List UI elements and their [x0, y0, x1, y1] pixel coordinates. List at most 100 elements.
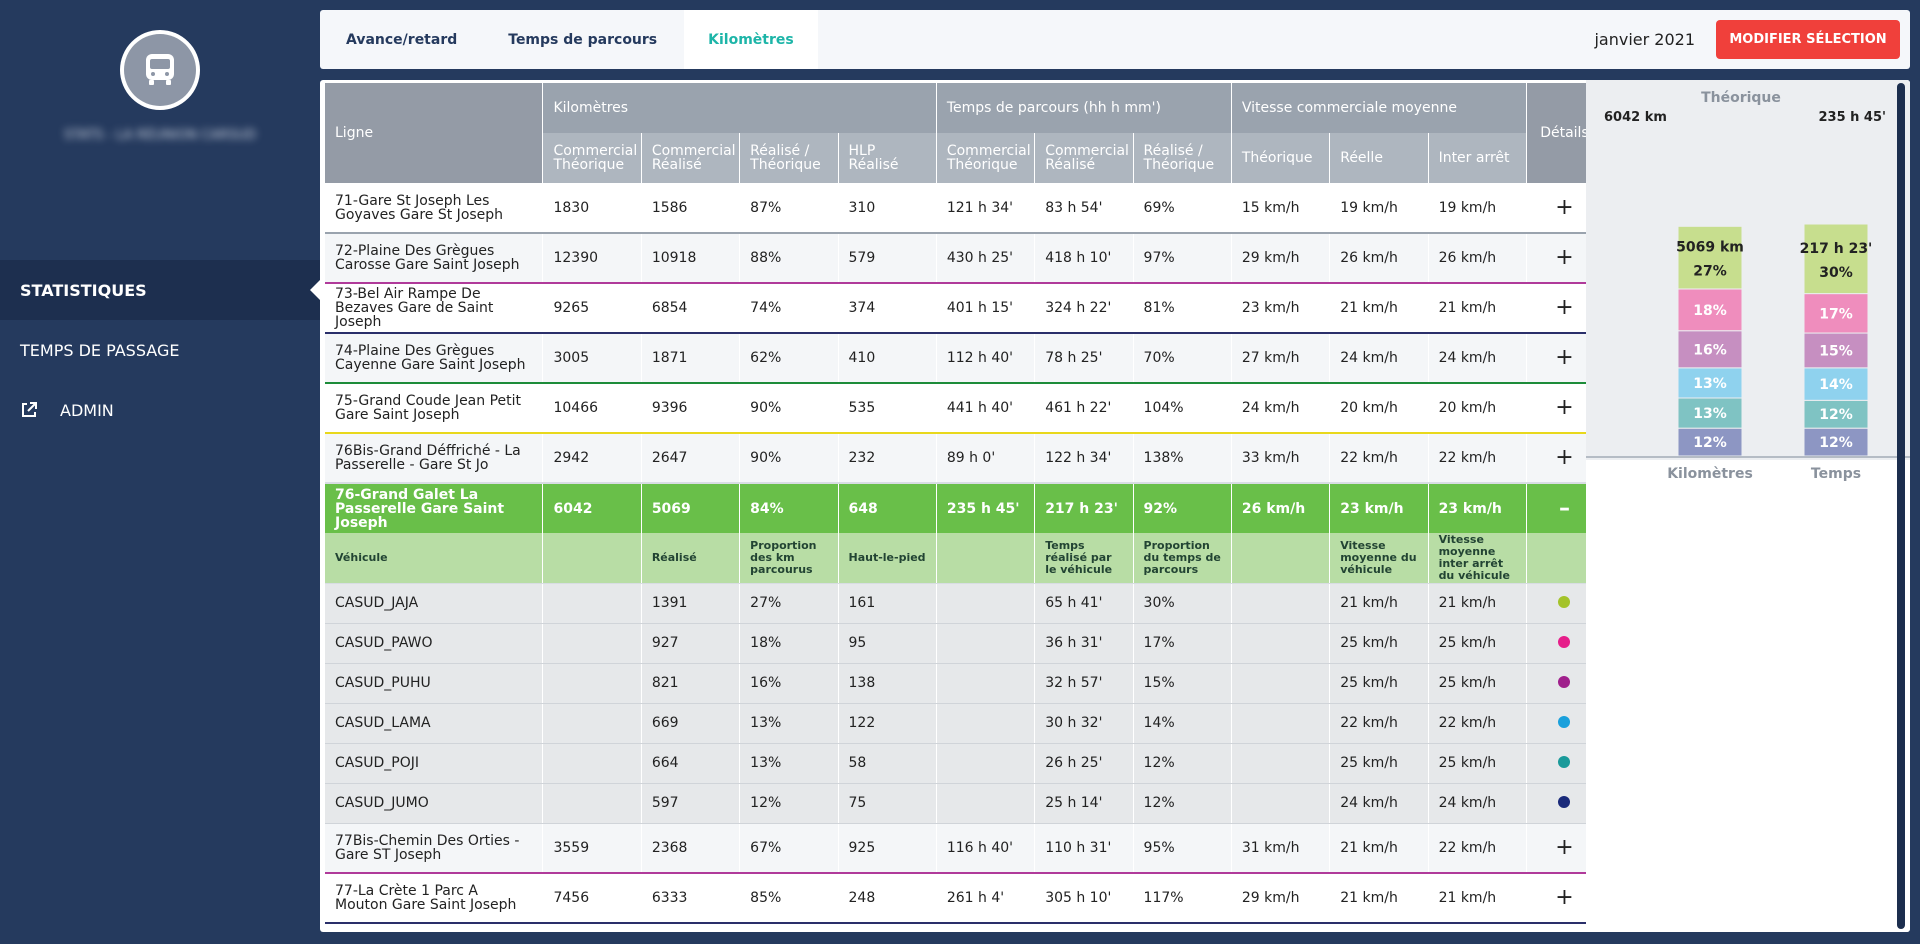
cell: 17%: [1133, 623, 1232, 664]
bar-total-label: 5069 km: [1676, 240, 1744, 256]
cell: 62%: [739, 333, 839, 384]
nav-admin[interactable]: ADMIN: [0, 380, 320, 440]
line-name: 77-La Crète 1 Parc A Mouton Gare Saint J…: [325, 873, 544, 924]
cell: 87%: [739, 183, 839, 234]
modify-selection-button[interactable]: MODIFIER SÉLECTION: [1716, 20, 1900, 59]
stats-table-container[interactable]: Ligne Kilomètres Temps de parcours (hh h…: [325, 83, 1603, 929]
vehicle-subheader-row: Véhicule Réalisé Proportion des km parcour…: [325, 533, 1603, 584]
cell: 110 h 31': [1034, 823, 1134, 874]
line-name: 71-Gare St Joseph Les Goyaves Gare St Jo…: [325, 183, 544, 234]
cell: 85%: [739, 873, 839, 924]
line-row[interactable]: 75-Grand Coude Jean Petit Gare Saint Jos…: [325, 383, 1603, 434]
cell: [936, 623, 1036, 664]
cell: 2368: [641, 823, 741, 874]
cell: [542, 743, 642, 784]
bar-segment-label: 13%: [1693, 406, 1727, 422]
line-name: 72-Plaine Des Grègues Carosse Gare Saint…: [325, 233, 544, 284]
nav-statistiques[interactable]: STATISTIQUES: [0, 260, 320, 320]
subheader: Théorique: [1231, 133, 1331, 183]
bar-segment-label: 12%: [1693, 435, 1727, 451]
cell: 30 h 32': [1034, 703, 1134, 744]
vehicle-color-dot: [1558, 635, 1571, 648]
nav-temps-de-passage[interactable]: TEMPS DE PASSAGE: [0, 320, 320, 380]
line-row[interactable]: 72-Plaine Des Grègues Carosse Gare Saint…: [325, 233, 1603, 284]
vehicle-subheader: [1231, 533, 1331, 584]
cell: 15%: [1133, 663, 1232, 704]
vehicle-name: CASUD_JUMO: [325, 783, 544, 824]
tab-kilometres-label: Kilomètres: [708, 31, 794, 48]
stacked-bar-chart: Théorique 6042 km 235 h 45' 12% 13% 13% 16% 18%…: [1586, 80, 1910, 482]
cell: 217 h 23': [1034, 483, 1134, 533]
tab-avance-retard[interactable]: Avance/retard: [322, 10, 481, 69]
cell: 122: [838, 703, 937, 744]
subheader: Réelle: [1329, 133, 1429, 183]
cell: 33 km/h: [1231, 433, 1331, 484]
tab-temps-de-parcours-label: Temps de parcours: [508, 31, 658, 48]
cell: 1871: [641, 333, 741, 384]
cell: 441 h 40': [936, 383, 1036, 434]
cell: 1830: [542, 183, 642, 234]
x-tick-label: Temps: [1811, 466, 1861, 482]
cell: 10918: [641, 233, 741, 284]
scrollbar[interactable]: [1897, 83, 1905, 929]
cell: 535: [838, 383, 937, 434]
cell: 25 km/h: [1329, 743, 1429, 784]
external-link-icon: [20, 401, 40, 419]
cell: 664: [641, 743, 741, 784]
theoretical-time-label: 235 h 45': [1818, 110, 1886, 125]
subheader: Commercial Réalisé: [641, 133, 741, 183]
bar-segment-label: 15%: [1819, 343, 1853, 359]
vehicle-row: CASUD_JAJA 1391 27% 161 65 h 41' 30% 21 km/h 21…: [325, 583, 1603, 624]
subheader: Commercial Réalisé: [1034, 133, 1134, 183]
vehicle-color-dot: [1558, 675, 1571, 688]
bar-segment-label: 12%: [1819, 435, 1853, 451]
line-row[interactable]: 77-La Crète 1 Parc A Mouton Gare Saint J…: [325, 873, 1603, 924]
tab-kilometres[interactable]: Kilomètres: [684, 10, 818, 69]
vehicle-subheader: Véhicule: [325, 533, 544, 584]
user-avatar[interactable]: [120, 30, 200, 110]
cell: 95: [838, 623, 937, 664]
vehicle-subheader: [936, 533, 1036, 584]
vehicle-name: CASUD_LAMA: [325, 703, 544, 744]
cell: 20 km/h: [1428, 383, 1527, 434]
cell: 122 h 34': [1034, 433, 1134, 484]
cell: 27%: [739, 583, 839, 624]
cell: 2647: [641, 433, 741, 484]
cell: 97%: [1133, 233, 1232, 284]
tab-temps-de-parcours[interactable]: Temps de parcours: [484, 10, 681, 69]
cell: [936, 583, 1036, 624]
line-row[interactable]: 76Bis-Grand Déffriché - La Passerelle - …: [325, 433, 1603, 484]
cell: 74%: [739, 283, 839, 334]
cell: 25 km/h: [1428, 663, 1527, 704]
cell: 669: [641, 703, 741, 744]
cell: 26 h 25': [1034, 743, 1134, 784]
cell: 5069: [641, 483, 741, 533]
cell: [936, 663, 1036, 704]
vehicle-subheader: Proportion du temps de parcours: [1133, 533, 1232, 584]
cell: 261 h 4': [936, 873, 1036, 924]
cell: 6042: [542, 483, 642, 533]
scrollbar-thumb[interactable]: [1897, 83, 1905, 929]
cell: 1391: [641, 583, 741, 624]
cell: 21 km/h: [1329, 873, 1429, 924]
cell: 29 km/h: [1231, 233, 1331, 284]
nav-temps-de-passage-label: TEMPS DE PASSAGE: [20, 340, 180, 360]
selected-line-row[interactable]: 76-Grand Galet La Passerelle Gare Saint …: [325, 483, 1603, 533]
vehicle-subheader: Vitesse moyenne du véhicule: [1329, 533, 1429, 584]
cell: 22 km/h: [1428, 433, 1527, 484]
line-row[interactable]: 77Bis-Chemin Des Orties - Gare ST Joseph…: [325, 823, 1603, 874]
line-name: 76Bis-Grand Déffriché - La Passerelle - …: [325, 433, 544, 484]
cell: 25 km/h: [1428, 743, 1527, 784]
cell: 27 km/h: [1231, 333, 1331, 384]
line-row[interactable]: 74-Plaine Des Grègues Cayenne Gare Saint…: [325, 333, 1603, 384]
cell: 25 km/h: [1428, 623, 1527, 664]
cell: 67%: [739, 823, 839, 874]
cell: 927: [641, 623, 741, 664]
cell: 232: [838, 433, 937, 484]
vehicle-color-dot: [1558, 795, 1571, 808]
line-row[interactable]: 73-Bel Air Rampe De Bezaves Gare de Sain…: [325, 283, 1603, 334]
cell: 6854: [641, 283, 741, 334]
line-row[interactable]: 71-Gare St Joseph Les Goyaves Gare St Jo…: [325, 183, 1603, 234]
cell: 10466: [542, 383, 642, 434]
nav-admin-label: ADMIN: [60, 400, 114, 420]
